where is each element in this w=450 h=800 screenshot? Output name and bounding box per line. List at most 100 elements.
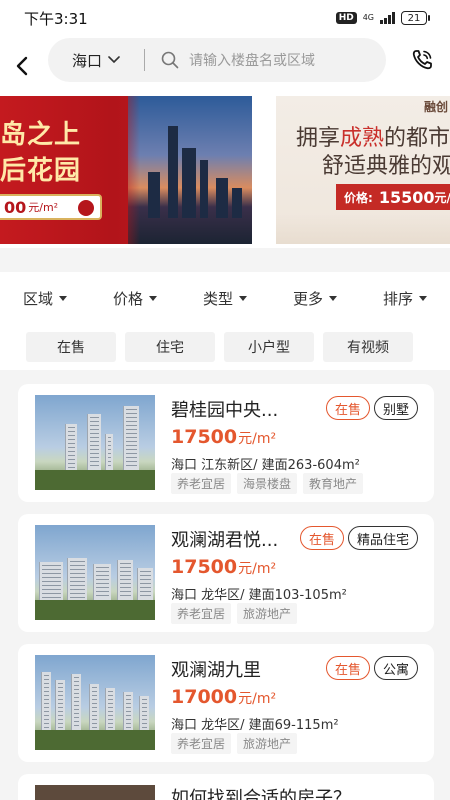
listing-tag: 旅游地产	[237, 603, 298, 624]
caret-down-icon	[419, 295, 427, 301]
price-value: 17500	[171, 426, 238, 448]
chevron-down-icon	[108, 56, 120, 64]
listing-price: 17500元/m²	[171, 556, 276, 578]
listing-tag: 海景楼盘	[237, 473, 298, 494]
listing-tags: 养老宜居 旅游地产	[171, 603, 298, 624]
status-badge: 在售	[325, 656, 370, 680]
article-card[interactable]: 如何找到合适的房子？	[18, 774, 434, 800]
type-badge: 公寓	[373, 656, 418, 680]
status-bar: 下午3:31 HD 4G 21	[0, 0, 450, 36]
listing-tag: 养老宜居	[171, 603, 232, 624]
banner-headline: 岛之上	[0, 120, 82, 150]
listing-tag: 教育地产	[303, 473, 364, 494]
tag-residential[interactable]: 住宅	[125, 332, 215, 362]
listing-badges: 在售 公寓	[325, 656, 418, 680]
banner-subheadline: 后花园	[0, 156, 82, 186]
brand-logo: 融创	[423, 100, 448, 114]
search-icon	[161, 51, 179, 69]
filter-type[interactable]: 类型	[180, 288, 270, 309]
banner-price-unit: 元/	[434, 190, 450, 205]
seal-icon	[78, 200, 94, 216]
city-label: 海口	[72, 51, 103, 70]
listing-card[interactable]: 碧桂园中央... 在售 别墅 17500元/m² 海口 江东新区/ 建面263-…	[18, 384, 434, 502]
banner-price-label: 价格:	[344, 190, 373, 205]
status-indicators: HD 4G 21	[335, 11, 430, 25]
filter-label: 类型	[202, 289, 233, 308]
listing-badges: 在售 别墅	[325, 396, 418, 420]
type-badge: 别墅	[373, 396, 418, 420]
banner-city-image	[128, 96, 252, 244]
filter-sort[interactable]: 排序	[360, 288, 450, 309]
listing-location: 海口 龙华区/ 建面103-105m²	[171, 588, 347, 603]
banner-price-value: 00	[4, 197, 27, 217]
caret-down-icon	[329, 295, 337, 301]
listing-tag: 旅游地产	[237, 733, 298, 754]
filter-label: 区域	[22, 289, 53, 308]
banner-price: 价格: 15500 元/	[336, 184, 450, 210]
hd-icon: HD	[335, 12, 357, 24]
caret-down-icon	[59, 295, 67, 301]
listing-photo	[35, 655, 155, 750]
listing-location: 海口 龙华区/ 建面69-115m²	[171, 718, 339, 733]
tag-on-sale[interactable]: 在售	[26, 332, 116, 362]
listing-tag: 养老宜居	[171, 733, 232, 754]
search-input[interactable]: 请输入楼盘名或区域	[189, 50, 315, 70]
banner-carousel[interactable]: 岛之上 后花园 00 元/m² 融创 拥享成熟的都市 舒适典雅的观 价格: 155…	[0, 96, 450, 248]
caret-down-icon	[239, 295, 247, 301]
filter-price[interactable]: 价格	[90, 288, 180, 309]
listing-price: 17000元/m²	[171, 686, 276, 708]
search-divider	[144, 49, 145, 71]
phone-button[interactable]	[408, 46, 436, 74]
banner-slide[interactable]: 岛之上 后花园 00 元/m²	[0, 96, 252, 244]
phone-icon	[412, 50, 432, 70]
top-bar: 海口 请输入楼盘名或区域	[0, 36, 450, 96]
network-type: 4G	[363, 14, 374, 22]
listing-photo	[35, 395, 155, 490]
battery-icon: 21	[401, 11, 430, 25]
quick-tags: 在售 住宅 小户型 有视频	[0, 324, 450, 370]
listing-card[interactable]: 观澜湖君悦... 在售 精品住宅 17500元/m² 海口 龙华区/ 建面103…	[18, 514, 434, 632]
chevron-left-icon	[16, 56, 28, 76]
filter-region[interactable]: 区域	[0, 288, 90, 309]
city-selector[interactable]: 海口	[48, 50, 144, 71]
listing-card[interactable]: 观澜湖九里 在售 公寓 17000元/m² 海口 龙华区/ 建面69-115m²…	[18, 644, 434, 762]
signal-icon	[380, 12, 395, 24]
filter-bar: 区域 价格 类型 更多 排序	[0, 272, 450, 324]
banner-price: 00 元/m²	[0, 194, 102, 220]
listing-list: 碧桂园中央... 在售 别墅 17500元/m² 海口 江东新区/ 建面263-…	[18, 384, 434, 800]
price-value: 17500	[171, 556, 238, 578]
listing-tags: 养老宜居 旅游地产	[171, 733, 298, 754]
article-photo	[35, 785, 155, 800]
status-badge: 在售	[325, 396, 370, 420]
network-label: 4G	[362, 13, 374, 22]
battery-level: 21	[401, 11, 427, 25]
banner-slogan-line2: 舒适典雅的观	[322, 154, 450, 179]
listing-tag: 养老宜居	[171, 473, 232, 494]
filter-label: 更多	[292, 289, 323, 308]
price-value: 17000	[171, 686, 238, 708]
price-unit: 元/m²	[238, 691, 277, 707]
listing-name: 碧桂园中央...	[171, 400, 279, 421]
listing-tags: 养老宜居 海景楼盘 教育地产	[171, 473, 364, 494]
listing-location: 海口 江东新区/ 建面263-604m²	[171, 458, 360, 473]
banner-slide[interactable]: 融创 拥享成熟的都市 舒适典雅的观 价格: 15500 元/	[276, 96, 450, 244]
listing-badges: 在售 精品住宅	[299, 526, 418, 550]
listing-name: 观澜湖君悦...	[171, 530, 279, 551]
type-badge: 精品住宅	[347, 526, 418, 550]
status-time: 下午3:31	[24, 9, 88, 28]
filter-label: 排序	[382, 289, 413, 308]
price-unit: 元/m²	[238, 561, 277, 577]
filter-more[interactable]: 更多	[270, 288, 360, 309]
back-button[interactable]	[0, 44, 44, 88]
listing-price: 17500元/m²	[171, 426, 276, 448]
price-unit: 元/m²	[238, 431, 277, 447]
listing-photo	[35, 525, 155, 620]
banner-fade	[276, 214, 450, 244]
status-badge: 在售	[299, 526, 344, 550]
banner-price-value: 15500	[378, 187, 435, 207]
page: 下午3:31 HD 4G 21 海口 请输入楼盘名或区域 岛之上 后花园 00 …	[0, 0, 450, 800]
tag-small-unit[interactable]: 小户型	[224, 332, 314, 362]
article-title: 如何找到合适的房子？	[171, 788, 351, 800]
tag-has-video[interactable]: 有视频	[323, 332, 413, 362]
search-bar[interactable]: 海口 请输入楼盘名或区域	[48, 38, 386, 82]
